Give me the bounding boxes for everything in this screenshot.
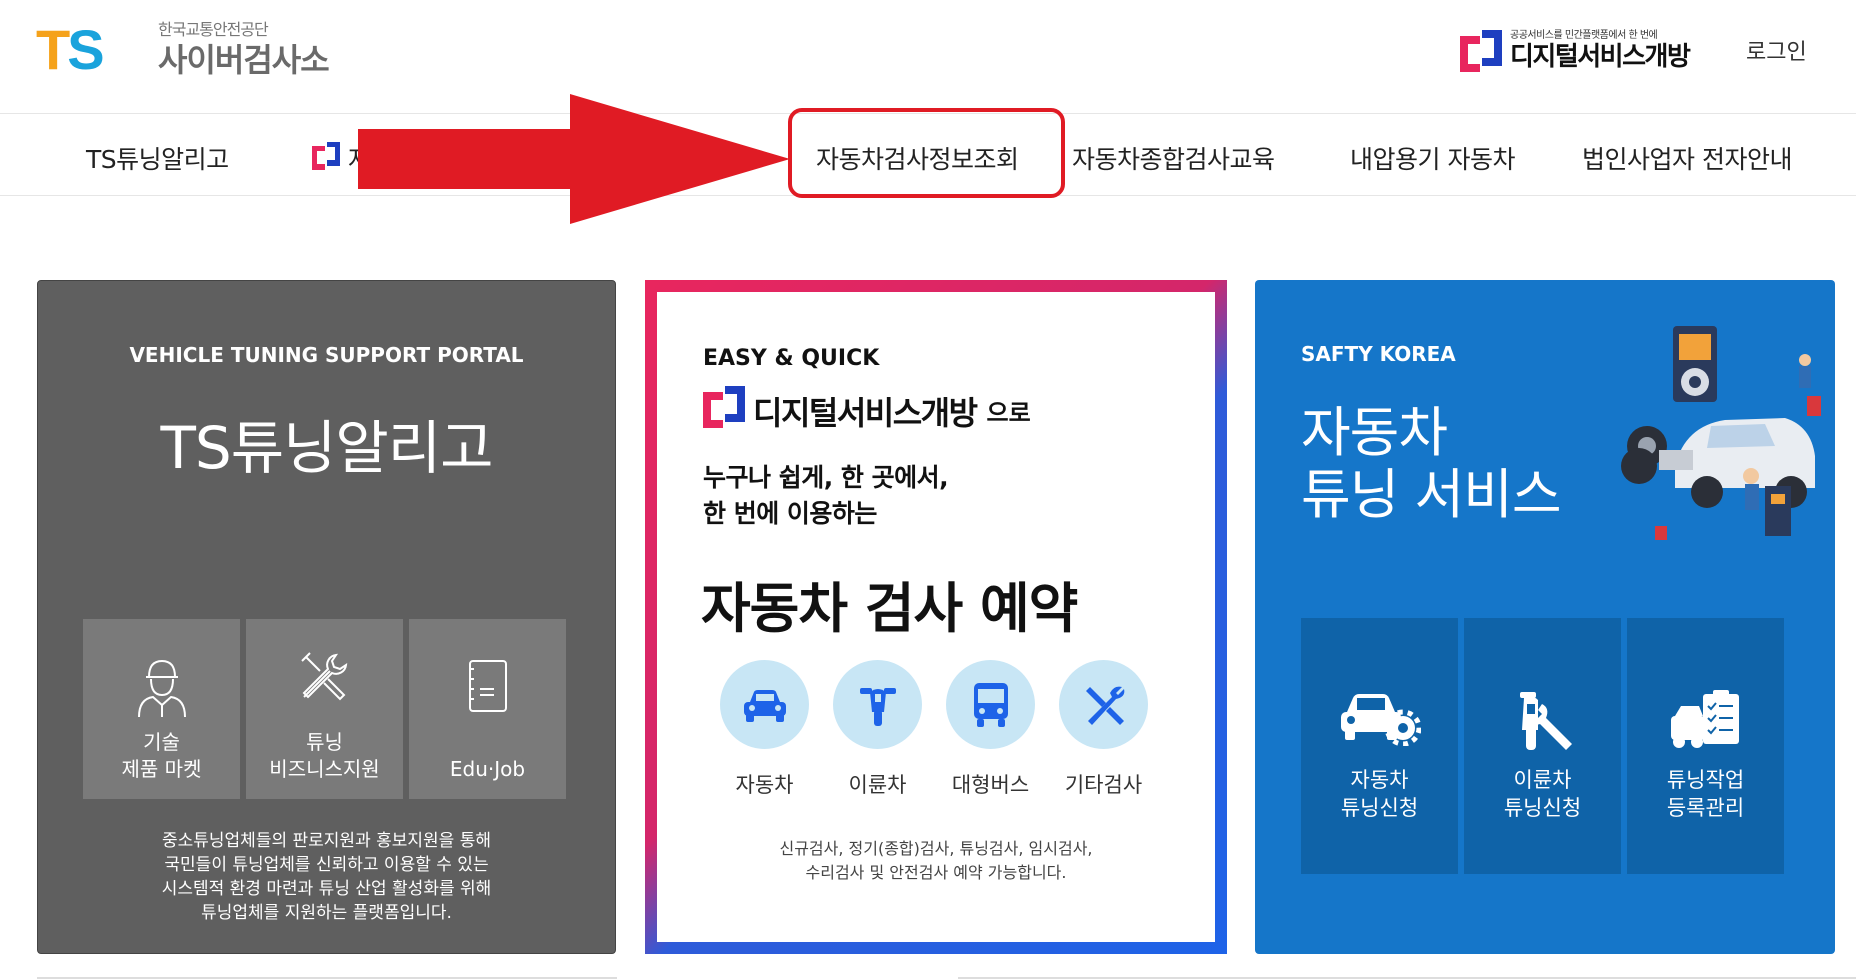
tools-icon [300,652,347,701]
truck-checklist-icon [1670,690,1739,748]
motorcycle-icon [859,687,896,726]
digital-service-icon [1460,30,1502,72]
red-arrow-annotation [358,94,790,224]
card-line-2: 한 번에 이용하는 [703,499,877,528]
car-gear-icon [1340,694,1421,746]
tile-label: 자동차 튜닝신청 [1340,768,1419,820]
card-title: TS튜닝알리고 [160,414,493,482]
site-header: TS 한국교통안전공단 사이버검사소 공공서비스를 민간플랫폼에서 한 번에 디… [0,0,1856,114]
org-name: 한국교통안전공단 [158,20,269,39]
site-name: 사이버검사소 [158,41,330,79]
card-description: 신규검사, 정기(종합)검사, 튜닝검사, 임시검사, 수리검사 및 안전검사 … [779,839,1093,882]
option-label: 기타검사 [1064,773,1143,797]
ts-logo[interactable]: TS 한국교통안전공단 사이버검사소 [36,18,330,81]
car-service-illustration [1621,326,1821,540]
card-description: 중소튜닝업체들의 판로지원과 홍보지원을 통해 국민들이 튜닝업체를 신뢰하고 … [161,831,492,923]
tile-tuning-business[interactable]: 튜닝 비즈니스지원 [246,619,403,799]
inspection-reservation-card[interactable]: EASY & QUICK 디지털서비스개방 으로 누구나 쉽게, 한 곳에서, … [645,280,1227,954]
ts-logo-mark: TS [36,18,105,81]
brand-name: 디지털서비스개방 [753,394,978,432]
tuning-service-card[interactable]: SAFTY KOREA 자동차 튜닝 서비스 자동차 튜닝신청 이륜차 튜닝신청… [1255,280,1835,954]
highlight-box [788,108,1065,198]
car-icon [743,689,786,722]
digital-service-icon [703,386,745,428]
option-other[interactable]: 기타검사 [1059,660,1148,799]
option-label: 자동차 [735,773,794,797]
nav-item-pressure-vessel[interactable]: 내압용기 자동차 [1350,140,1515,176]
worker-icon [137,659,186,718]
card-subtitle: VEHICLE TUNING SUPPORT PORTAL [129,343,524,367]
digital-service-brand: 디지털서비스개방 으로 [703,386,1031,432]
tile-tech-market[interactable]: 기술 제품 마켓 [83,619,240,799]
option-car[interactable]: 자동차 [720,660,809,799]
document-icon [468,660,507,712]
card-subtitle: SAFTY KOREA [1301,342,1456,366]
login-button[interactable]: 로그인 [1746,34,1807,66]
option-label: 대형버스 [951,773,1030,797]
scooter-wrench-icon [1519,692,1572,750]
digital-service-icon [312,142,340,170]
tile-tuning-work-registration[interactable]: 튜닝작업 등록관리 [1627,618,1784,874]
tile-motorcycle-tuning-request[interactable]: 이륜차 튜닝신청 [1464,618,1621,874]
tile-label: 튜닝작업 등록관리 [1666,768,1745,820]
bus-icon [973,682,1008,727]
card-line-1: 누구나 쉽게, 한 곳에서, [703,463,949,492]
card-subtitle: EASY & QUICK [703,346,880,371]
card-title: 자동차 검사 예약 [701,577,1078,640]
dsv-tagline: 공공서비스를 민간플랫폼에서 한 번에 [1510,30,1658,41]
tuning-portal-card[interactable]: VEHICLE TUNING SUPPORT PORTAL TS튜닝알리고 기술… [37,280,616,954]
option-label: 이륜차 [848,773,907,797]
wrench-icon [1085,686,1124,725]
nav-item-inspection-education[interactable]: 자동차종합검사교육 [1072,140,1275,176]
option-bus[interactable]: 대형버스 [946,660,1035,799]
tile-car-tuning-request[interactable]: 자동차 튜닝신청 [1301,618,1458,874]
tile-label: 기술 제품 마켓 [121,730,202,781]
tile-label: 이륜차 튜닝신청 [1503,768,1582,820]
tile-label: Edu·Job [449,757,526,781]
nav-item-corporate-notice[interactable]: 법인사업자 전자안내 [1582,140,1792,176]
brand-suffix: 으로 [986,399,1031,427]
digital-service-logo[interactable]: 공공서비스를 민간플랫폼에서 한 번에 디지털서비스개방 [1460,30,1691,72]
dsv-name: 디지털서비스개방 [1510,42,1691,72]
tile-label: 튜닝 비즈니스지원 [269,730,380,781]
nav-item-tuning-aligo[interactable]: TS튜닝알리고 [86,140,229,176]
tile-edu-job[interactable]: Edu·Job [409,619,566,799]
option-motorcycle[interactable]: 이륜차 [833,660,922,799]
card-title: 자동차 튜닝 서비스 [1301,401,1562,526]
